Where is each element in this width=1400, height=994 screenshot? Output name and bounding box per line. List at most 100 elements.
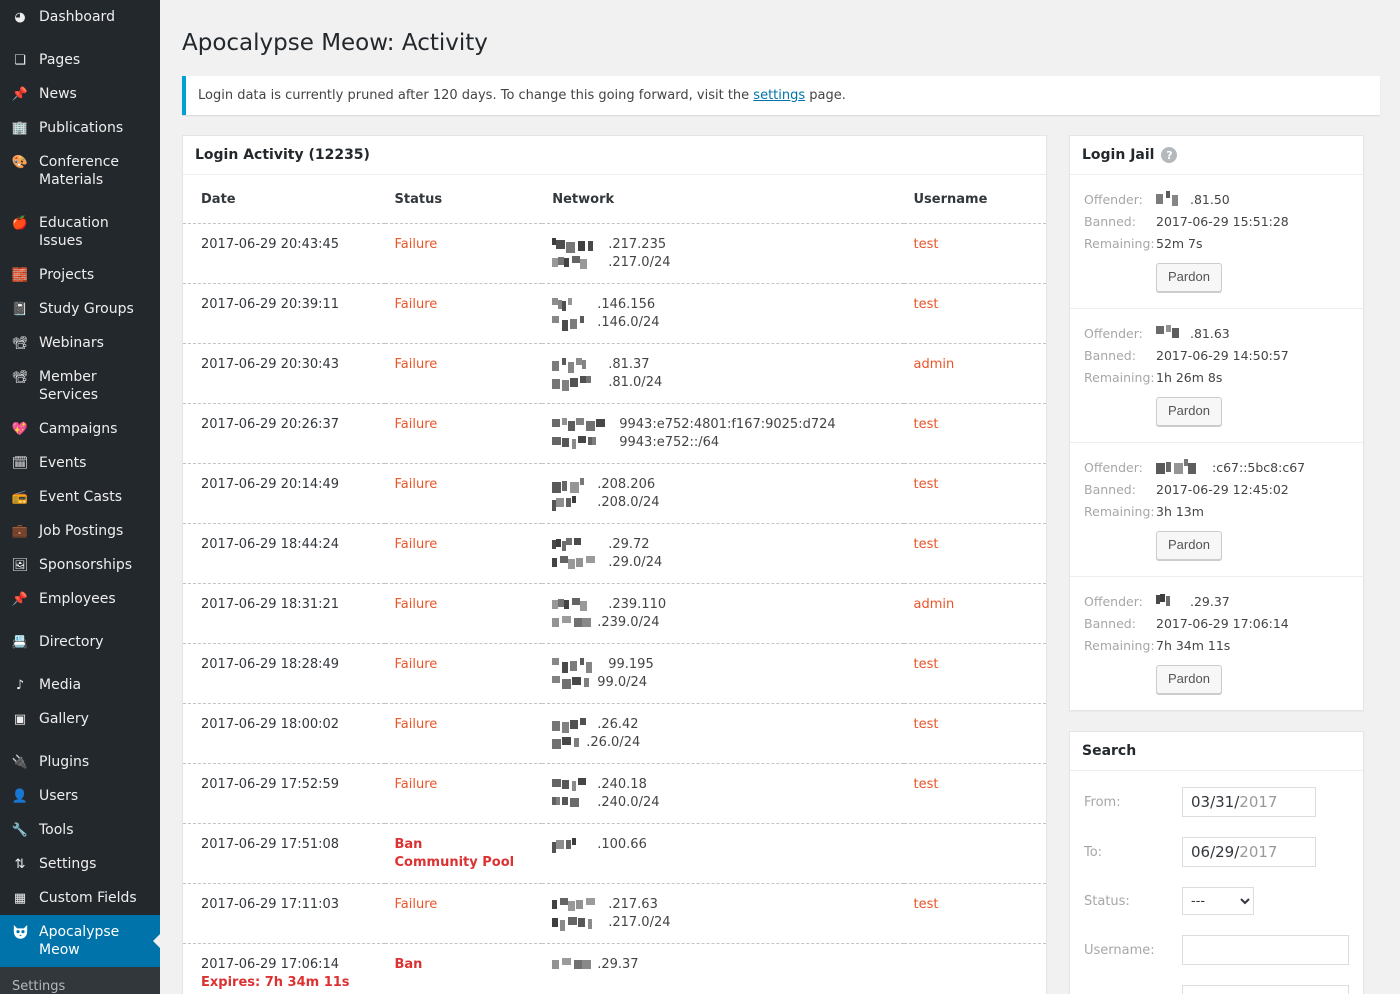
row-date: 2017-06-29 17:51:08 [201, 837, 340, 852]
sidebar-item-events[interactable]: 🗓 Events [0, 446, 160, 480]
notice-text-after: page. [805, 88, 846, 103]
table-row: 2017-06-29 20:43:45 Failure .217.235 .217.0… [183, 223, 1046, 284]
search-username-field [1182, 935, 1349, 965]
row-date: 2017-06-29 20:30:43 [201, 357, 340, 372]
redacted-ip-prefix [552, 256, 607, 269]
row-date: 2017-06-29 20:14:49 [201, 477, 340, 492]
redacted-ip-prefix [552, 898, 607, 911]
prune-notice: Login data is currently pruned after 120… [182, 76, 1380, 115]
table-row: 2017-06-29 17:51:08 Ban Community Pool .100… [183, 823, 1046, 884]
sidebar-item-employees[interactable]: 📌 Employees [0, 582, 160, 616]
row-username[interactable]: test [914, 657, 939, 672]
row-date: 2017-06-29 17:52:59 [201, 777, 340, 792]
cell-network: .29.72 .29.0/24 [542, 523, 904, 584]
jail-banned-value: 2017-06-29 17:06:14 [1156, 616, 1289, 631]
from-date-input[interactable]: 03/31/2017 [1182, 787, 1316, 817]
sidebar-item-projects[interactable]: 🧱 Projects [0, 258, 160, 292]
row-network-range: .81.0/24 [552, 375, 662, 391]
sidebar-item-gallery[interactable]: ▣ Gallery [0, 702, 160, 736]
row-status: Failure [394, 297, 438, 312]
sidebar-item-tools[interactable]: 🔧 Tools [0, 813, 160, 847]
row-status: Failure [394, 477, 438, 492]
sidebar-item-news[interactable]: 📌 News [0, 77, 160, 111]
row-network-ip: .208.206 [552, 477, 655, 493]
username-input[interactable] [1182, 935, 1349, 965]
sidebar-item-custom-fields[interactable]: ▦ Custom Fields [0, 881, 160, 915]
jail-offender-value: .81.63 [1156, 323, 1230, 345]
jail-offender-value: .29.37 [1156, 591, 1230, 613]
cell-date: 2017-06-29 20:30:43 [183, 343, 385, 404]
cell-username: test [903, 223, 1046, 284]
to-date-input[interactable]: 06/29/2017 [1182, 837, 1316, 867]
row-status: Failure [394, 237, 438, 252]
cell-status: Failure [384, 343, 543, 404]
jail-remaining-value: 52m 7s [1156, 236, 1203, 251]
help-icon[interactable]: ? [1161, 147, 1178, 163]
search-ip-field [1182, 985, 1349, 994]
pardon-button[interactable]: Pardon [1156, 665, 1222, 694]
row-username[interactable]: admin [914, 597, 955, 612]
jail-entry: Offender::c67::5bc8:c67 Banned: 2017-06-29… [1070, 442, 1363, 576]
sidebar-item-member-services[interactable]: 📽 Member Services [0, 360, 160, 412]
cell-network: .217.63 .217.0/24 [542, 883, 904, 944]
from-date-value: 03/31/ [1191, 793, 1240, 811]
sidebar-item-label: Events [39, 455, 87, 471]
sidebar-item-pages[interactable]: ❏ Pages [0, 43, 160, 77]
sidebar-item-job-postings[interactable]: 💼 Job Postings [0, 514, 160, 548]
row-username[interactable]: test [914, 717, 939, 732]
sidebar-item-directory[interactable]: 📇 Directory [0, 625, 160, 659]
cell-network: .208.206 .208.0/24 [542, 463, 904, 524]
submenu-item-settings[interactable]: Settings [0, 973, 160, 994]
sidebar-item-campaigns[interactable]: 💖 Campaigns [0, 412, 160, 446]
row-network-ip: .217.235 [552, 237, 666, 253]
pardon-button[interactable]: Pardon [1156, 263, 1222, 292]
table-row: 2017-06-29 18:31:21 Failure .239.110 .239.0… [183, 583, 1046, 644]
column-header-date[interactable]: Date [183, 175, 385, 224]
table-row: 2017-06-29 20:39:11 Failure .146.156 .146.0… [183, 283, 1046, 344]
jail-offender-label: Offender: [1084, 460, 1143, 475]
row-status: Failure [394, 777, 438, 792]
redacted-ip-prefix [1156, 191, 1189, 206]
status-select[interactable]: ---FailureSuccessBan [1182, 887, 1254, 915]
cell-network: .146.156 .146.0/24 [542, 283, 904, 344]
search-ip-row: IP: [1084, 985, 1349, 994]
sidebar-item-conference-materials[interactable]: 🎨 Conference Materials [0, 145, 160, 197]
sidebar-item-apocalypse-meow[interactable]: Apocalypse Meow [0, 915, 160, 967]
pardon-button[interactable]: Pardon [1156, 397, 1222, 426]
sidebar-item-label: Projects [39, 267, 95, 283]
row-username[interactable]: test [914, 777, 939, 792]
column-header-username[interactable]: Username [903, 175, 1046, 224]
sidebar-item-webinars[interactable]: 📽 Webinars [0, 326, 160, 360]
settings-link[interactable]: settings [753, 88, 805, 103]
column-header-status[interactable]: Status [384, 175, 543, 224]
row-network-ip: .146.156 [552, 297, 655, 312]
sidebar-item-event-casts[interactable]: 📻 Event Casts [0, 480, 160, 514]
sidebar-item-media[interactable]: ♪ Media [0, 668, 160, 702]
row-username[interactable]: test [914, 237, 939, 252]
sidebar-item-users[interactable]: 👤 Users [0, 779, 160, 813]
columns: Login Activity (12235) Date Status Netwo… [182, 135, 1380, 994]
jail-banned-row: Banned: 2017-06-29 17:06:14 [1084, 613, 1349, 635]
sidebar-item-dashboard[interactable]: ◕ Dashboard [0, 0, 160, 34]
search-from-row: From: 03/31/2017 [1084, 787, 1349, 817]
column-header-network[interactable]: Network [542, 175, 904, 224]
sidebar-item-education-issues[interactable]: 🍎 Education Issues [0, 206, 160, 258]
sidebar-item-publications[interactable]: 🏢 Publications [0, 111, 160, 145]
sidebar-divider [0, 659, 160, 668]
pardon-button[interactable]: Pardon [1156, 531, 1222, 560]
sidebar-item-label: Apocalypse Meow [39, 924, 120, 958]
row-username[interactable]: test [914, 417, 939, 432]
sidebar-item-study-groups[interactable]: 📓 Study Groups [0, 292, 160, 326]
row-username[interactable]: test [914, 897, 939, 912]
cell-username: test [903, 643, 1046, 704]
sidebar-item-plugins[interactable]: 🔌 Plugins [0, 745, 160, 779]
sidebar-item-sponsorships[interactable]: 🖼 Sponsorships [0, 548, 160, 582]
row-username[interactable]: admin [914, 357, 955, 372]
row-username[interactable]: test [914, 297, 939, 312]
jail-offender-row: Offender: .81.63 [1084, 323, 1349, 345]
row-username[interactable]: test [914, 537, 939, 552]
row-username[interactable]: test [914, 477, 939, 492]
sidebar-item-settings[interactable]: ⇅ Settings [0, 847, 160, 881]
ip-input[interactable] [1182, 985, 1349, 994]
sidebar-item-label: Media [39, 677, 82, 693]
